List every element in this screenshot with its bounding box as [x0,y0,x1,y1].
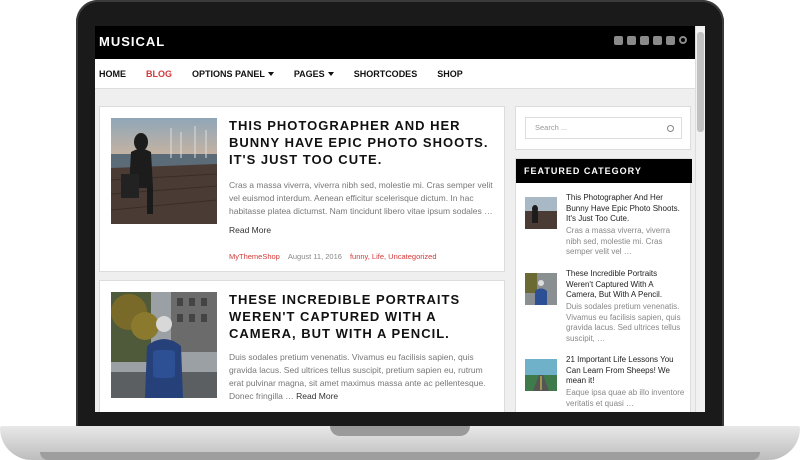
post-card: THESE INCREDIBLE PORTRAITS WEREN'T CAPTU… [99,280,505,412]
featured-category-widget: FEATURED CATEGORY This Photographer And … [515,158,692,412]
laptop-notch [330,426,470,436]
read-more-link[interactable]: Read More [229,225,271,235]
scrollbar[interactable] [695,26,705,412]
instagram-icon[interactable] [640,36,649,45]
caret-down-icon [267,71,274,76]
nav-shortcodes[interactable]: SHORTCODES [354,69,418,79]
screen: MUSICAL HOME BLOG OPTIONS PANEL PAGES SH… [95,26,705,412]
featured-title[interactable]: These Incredible Portraits Weren't Captu… [566,269,686,301]
featured-excerpt: Duis sodales pretium venenatis. Vivamus … [566,302,681,343]
featured-thumbnail[interactable] [525,197,557,229]
search-input[interactable]: Search ... [525,117,682,139]
featured-excerpt: Cras a massa viverra, viverra nibh sed, … [566,226,671,256]
social-icons [614,36,687,45]
soundcloud-icon[interactable] [666,36,675,45]
featured-thumbnail[interactable] [525,273,557,305]
post-meta: MyThemeShop August 11, 2016 funny, Life,… [229,252,437,261]
featured-title[interactable]: This Photographer And Her Bunny Have Epi… [566,193,686,225]
post-excerpt: Duis sodales pretium venenatis. Vivamus … [229,352,486,401]
nav-shop[interactable]: SHOP [437,69,463,79]
sidebar-search: Search ... [515,106,691,150]
youtube-icon[interactable] [653,36,662,45]
post-excerpt: Cras a massa viverra, viverra nibh sed, … [229,180,493,235]
search-icon[interactable] [667,125,674,132]
post-title[interactable]: THIS PHOTOGRAPHER AND HER BUNNY HAVE EPI… [229,117,499,168]
read-more-link[interactable]: Read More [296,391,338,401]
featured-excerpt: Eaque ipsa quae ab illo inventore verita… [566,388,685,408]
facebook-icon[interactable] [614,36,623,45]
caret-down-icon [327,71,334,76]
post-thumbnail[interactable] [111,292,217,398]
post-thumbnail[interactable] [111,118,217,224]
nav-home[interactable]: HOME [99,69,126,79]
twitter-icon[interactable] [627,36,636,45]
laptop-base-bottom [40,452,760,460]
post-categories[interactable]: funny, Life, Uncategorized [350,252,437,261]
nav-pages[interactable]: PAGES [294,69,334,79]
main-nav: HOME BLOG OPTIONS PANEL PAGES SHORTCODES… [95,59,695,89]
featured-thumbnail[interactable] [525,359,557,391]
post-author[interactable]: MyThemeShop [229,252,280,261]
site-logo[interactable]: MUSICAL [99,34,165,49]
scrollbar-thumb[interactable] [697,32,704,132]
nav-options-panel[interactable]: OPTIONS PANEL [192,69,274,79]
post-card: THIS PHOTOGRAPHER AND HER BUNNY HAVE EPI… [99,106,505,272]
featured-title[interactable]: 21 Important Life Lessons You Can Learn … [566,355,686,387]
featured-heading: FEATURED CATEGORY [516,159,692,183]
site-header: MUSICAL [95,26,695,59]
post-title[interactable]: THESE INCREDIBLE PORTRAITS WEREN'T CAPTU… [229,291,499,342]
post-date: August 11, 2016 [287,252,342,261]
nav-blog[interactable]: BLOG [146,69,172,79]
search-icon[interactable] [679,36,687,44]
